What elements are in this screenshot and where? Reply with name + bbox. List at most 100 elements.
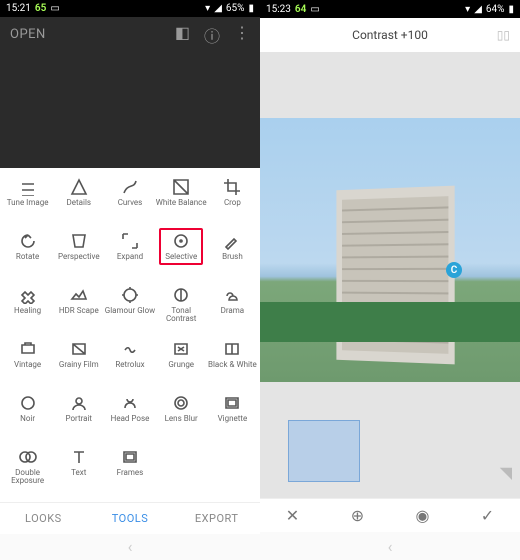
photo-image: C	[260, 118, 520, 382]
head-pose-icon	[121, 394, 139, 412]
tool-label: HDR Scape	[59, 307, 99, 316]
tool-label: Details	[67, 199, 91, 208]
tool-grunge[interactable]: Grunge	[156, 340, 207, 388]
app-bar: OPEN ◧ ⓘ ⋮	[0, 17, 260, 53]
photo-canvas[interactable]: C ◥	[260, 52, 520, 498]
overflow-icon[interactable]: ⋮	[234, 23, 250, 47]
adjustment-header[interactable]: Contrast +100 ▯▯	[260, 18, 520, 52]
vignette-icon	[223, 394, 241, 412]
signal-icon: ◢	[214, 3, 222, 14]
crop-icon	[223, 178, 241, 196]
bookmark-icon[interactable]: ◥	[500, 463, 512, 482]
slider-thumb[interactable]	[288, 420, 360, 482]
preview-icon[interactable]: ◉	[403, 506, 443, 525]
tool-perspective[interactable]: Perspective	[53, 232, 104, 280]
tool-label: Grainy Film	[59, 361, 99, 370]
tool-noir[interactable]: Noir	[2, 394, 53, 442]
tool-portrait[interactable]: Portrait	[53, 394, 104, 442]
tool-tonal-contrast[interactable]: Tonal Contrast	[156, 286, 207, 334]
open-button[interactable]: OPEN	[10, 27, 46, 42]
battery-text: 64%	[486, 4, 505, 15]
white-balance-icon	[172, 178, 190, 196]
healing-icon	[19, 286, 37, 304]
tool-label: Healing	[14, 307, 41, 316]
tool-label: Retrolux	[115, 361, 144, 370]
drama-icon	[223, 286, 241, 304]
tool-selective[interactable]: Selective	[156, 232, 207, 280]
status-time: 15:21	[6, 3, 31, 14]
image-canvas: OPEN ◧ ⓘ ⋮	[0, 17, 260, 168]
portrait-icon	[70, 394, 88, 412]
layers-icon[interactable]: ◧	[175, 23, 190, 47]
signal-icon: ◢	[474, 4, 482, 15]
tool-glamour-glow[interactable]: Glamour Glow	[104, 286, 155, 334]
tool-expand[interactable]: Expand	[104, 232, 155, 280]
apply-icon[interactable]: ✓	[468, 506, 508, 525]
tool-label: Grunge	[168, 361, 194, 370]
tab-tools[interactable]: TOOLS	[87, 503, 174, 534]
glamour-glow-icon	[121, 286, 139, 304]
hdr-scape-icon	[70, 286, 88, 304]
tool-tune-image[interactable]: Tune Image	[2, 178, 53, 226]
tool-lens-blur[interactable]: Lens Blur	[156, 394, 207, 442]
back-icon[interactable]: ‹	[388, 537, 393, 556]
battery-icon: ▮	[508, 4, 514, 15]
notif-icon: ▭	[50, 3, 59, 14]
slider-area[interactable]: ◥	[260, 400, 520, 498]
tool-double-exposure[interactable]: Double Exposure	[2, 448, 53, 496]
tool-label: Perspective	[58, 253, 100, 262]
double-exposure-icon	[19, 448, 37, 466]
tool-label: Text	[71, 469, 86, 478]
left-screenshot: 15:21 65 ▭ ▾ ◢ 65% ▮ OPEN ◧ ⓘ ⋮ Tun	[0, 0, 260, 560]
status-extra: 65	[35, 3, 46, 14]
lens-blur-icon	[172, 394, 190, 412]
tool-crop[interactable]: Crop	[207, 178, 258, 226]
tool-label: Double Exposure	[2, 469, 53, 487]
tool-head-pose[interactable]: Head Pose	[104, 394, 155, 442]
tool-label: Black & White	[208, 361, 257, 370]
add-point-icon[interactable]: ⊕	[338, 506, 378, 525]
tool-label: Glamour Glow	[105, 307, 155, 316]
tool-label: Curves	[118, 199, 143, 208]
tool-drama[interactable]: Drama	[207, 286, 258, 334]
tool-white-balance[interactable]: White Balance	[156, 178, 207, 226]
tool-label: Portrait	[66, 415, 93, 424]
tool-text[interactable]: Text	[53, 448, 104, 496]
tool-grainy-film[interactable]: Grainy Film	[53, 340, 104, 388]
grainy-film-icon	[70, 340, 88, 358]
black-white-icon	[223, 340, 241, 358]
tool-vintage[interactable]: Vintage	[2, 340, 53, 388]
nav-bar: ‹	[260, 532, 520, 560]
tool-label: Drama	[221, 307, 245, 316]
frames-icon	[121, 448, 139, 466]
tool-label: Rotate	[16, 253, 39, 262]
tool-label: Brush	[222, 253, 243, 262]
foliage-graphic	[260, 302, 520, 342]
rotate-icon	[19, 232, 37, 250]
tool-healing[interactable]: Healing	[2, 286, 53, 334]
tool-label: Tonal Contrast	[156, 307, 207, 325]
info-icon[interactable]: ⓘ	[204, 23, 220, 47]
tool-frames[interactable]: Frames	[104, 448, 155, 496]
tool-vignette[interactable]: Vignette	[207, 394, 258, 442]
tab-looks[interactable]: LOOKS	[0, 503, 87, 534]
back-icon[interactable]: ‹	[128, 537, 133, 556]
histogram-icon[interactable]: ▯▯	[497, 28, 510, 42]
tool-label: Crop	[224, 199, 241, 208]
tab-export[interactable]: EXPORT	[173, 503, 260, 534]
tool-retrolux[interactable]: Retrolux	[104, 340, 155, 388]
tool-brush[interactable]: Brush	[207, 232, 258, 280]
tool-curves[interactable]: Curves	[104, 178, 155, 226]
close-icon[interactable]: ✕	[273, 506, 313, 525]
brush-icon	[223, 232, 241, 250]
tool-details[interactable]: Details	[53, 178, 104, 226]
expand-icon	[121, 232, 139, 250]
details-icon	[70, 178, 88, 196]
control-point[interactable]: C	[446, 262, 462, 278]
tool-rotate[interactable]: Rotate	[2, 232, 53, 280]
tool-hdr-scape[interactable]: HDR Scape	[53, 286, 104, 334]
retrolux-icon	[121, 340, 139, 358]
tool-black-white[interactable]: Black & White	[207, 340, 258, 388]
tool-label: Lens Blur	[165, 415, 198, 424]
edit-toolbar: ✕ ⊕ ◉ ✓	[260, 498, 520, 532]
